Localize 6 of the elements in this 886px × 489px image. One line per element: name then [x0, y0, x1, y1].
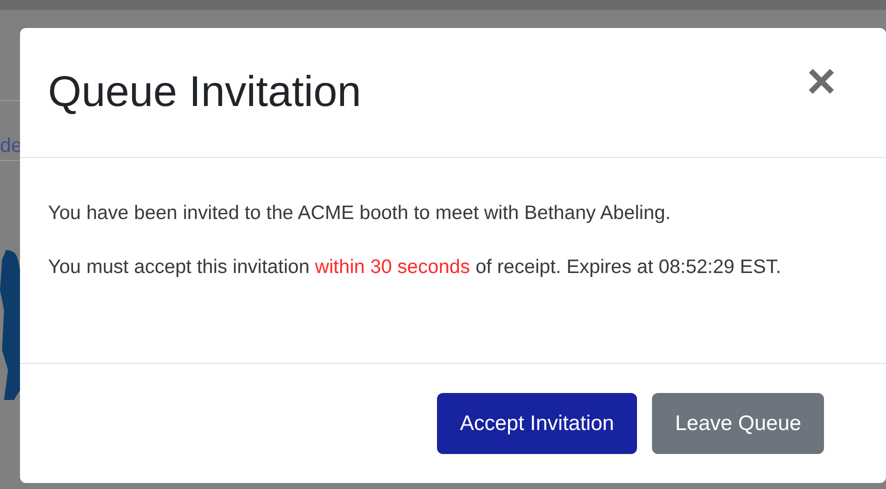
- close-button[interactable]: ×: [806, 56, 836, 106]
- message-text: You have been invited to the ACME booth to meet with Bethany Abeling.: [48, 201, 672, 226]
- leave-button[interactable]: Leave Queue: [652, 393, 824, 454]
- dialog-title: Queue Invitation: [48, 66, 362, 118]
- accept-button[interactable]: Accept Invitation: [437, 393, 638, 454]
- message-text: You must accept this invitation within 30 seconds of receipt. Expires at 08:52:29 EST.: [48, 255, 782, 280]
